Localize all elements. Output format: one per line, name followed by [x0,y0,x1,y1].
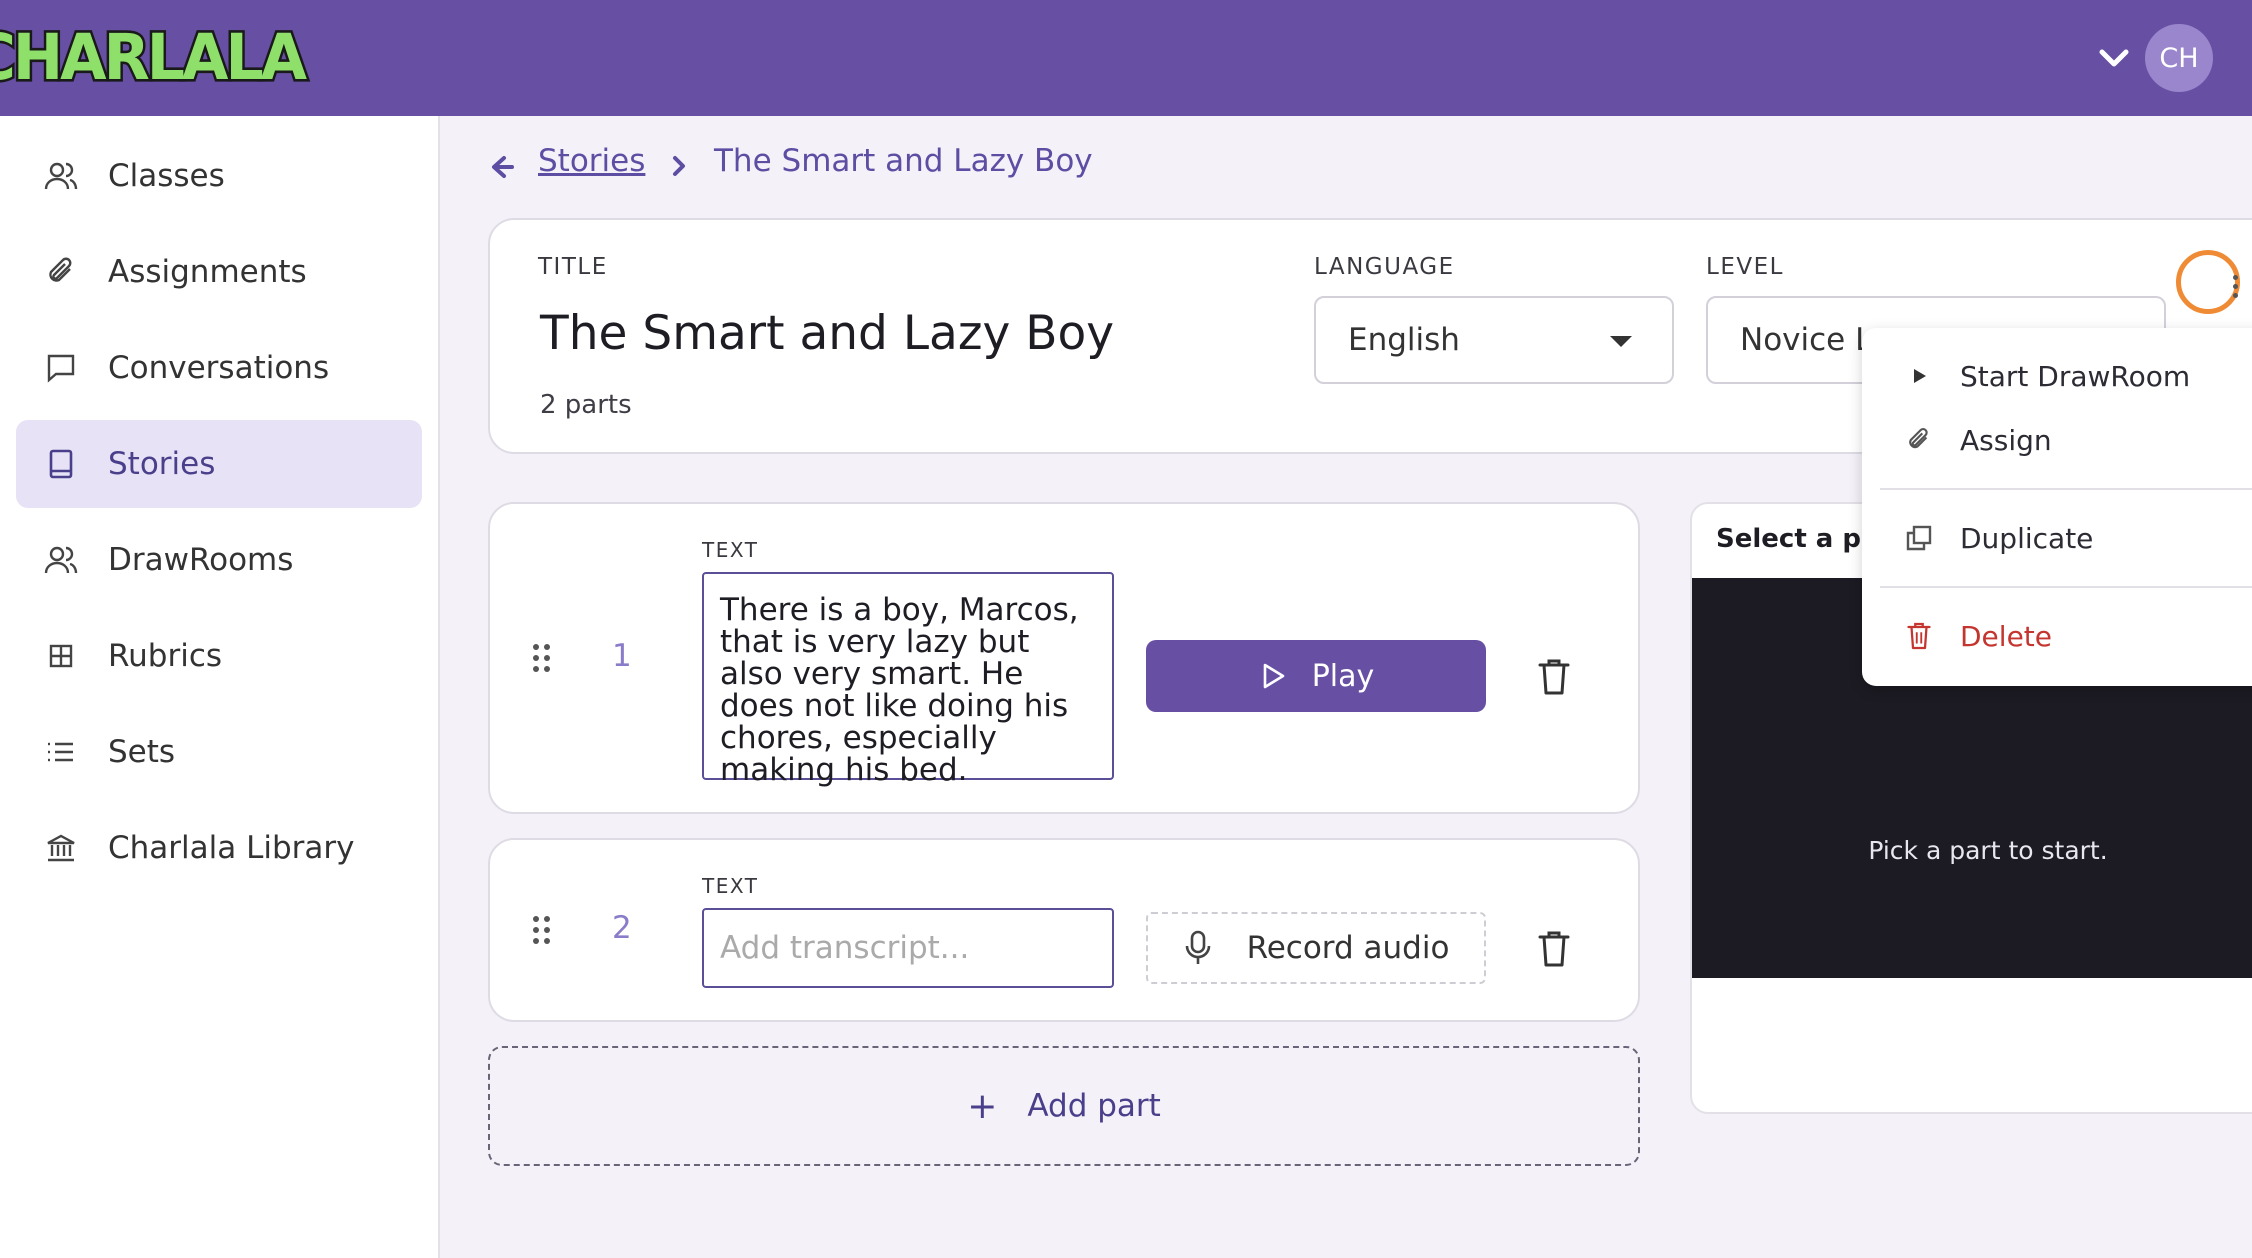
breadcrumb-current: The Smart and Lazy Boy [714,143,1093,179]
play-triangle-icon [1904,361,1934,391]
drag-handle-icon[interactable] [531,643,553,673]
record-audio-button[interactable]: Record audio [1146,912,1486,984]
delete-part-button[interactable] [1537,929,1571,969]
sidebar-item-label: Assignments [108,254,307,290]
sidebar-item-label: Conversations [108,350,330,386]
menu-item-label: Delete [1960,619,2052,653]
sidebar-item-label: DrawRooms [108,542,294,578]
menu-divider [1880,586,2252,588]
part-text-area[interactable]: There is a boy, Marcos, that is very laz… [702,572,1114,786]
level-label: LEVEL [1706,254,1784,280]
avatar[interactable]: CH [2145,24,2213,92]
delete-part-button[interactable] [1537,657,1571,697]
grid-icon [44,639,78,673]
paperclip-icon [1904,425,1934,455]
sidebar-item-conversations[interactable]: Conversations [16,324,422,412]
sidebar-item-sets[interactable]: Sets [16,708,422,796]
chat-icon [44,351,78,385]
breadcrumb-stories-link[interactable]: Stories [538,143,645,179]
chevron-down-icon[interactable] [2094,38,2134,78]
more-options-menu: Start DrawRoom Assign Duplicate Delete [1862,328,2252,686]
sidebar-item-classes[interactable]: Classes [16,132,422,220]
list-icon [44,735,78,769]
menu-item-delete[interactable]: Delete [1862,606,2252,666]
text-label: TEXT [702,538,759,562]
preview-message: Pick a part to start. [1868,836,2108,865]
sidebar-item-rubrics[interactable]: Rubrics [16,612,422,700]
sidebar-item-label: Sets [108,734,176,770]
chevron-right-icon [673,156,685,176]
transcript-input[interactable]: Add transcript... [702,908,1114,988]
kebab-icon [2233,293,2238,298]
library-icon [44,831,78,865]
trash-icon [1904,621,1934,651]
menu-item-assign[interactable]: Assign [1862,410,2252,470]
kebab-icon [2233,275,2238,280]
book-icon [44,447,78,481]
play-button-label: Play [1311,658,1375,694]
sidebar-item-label: Charlala Library [108,830,355,866]
sidebar-item-charlala-library[interactable]: Charlala Library [16,804,422,892]
sidebar: Classes Assignments Conversations Storie… [0,116,440,1258]
plus-icon: + [967,1085,998,1127]
menu-item-duplicate[interactable]: Duplicate [1862,508,2252,568]
language-value: English [1348,322,1460,358]
record-audio-label: Record audio [1246,930,1450,966]
menu-divider [1880,488,2252,490]
sidebar-item-label: Classes [108,158,225,194]
text-label: TEXT [702,874,759,898]
language-select[interactable]: English [1314,296,1674,384]
more-options-button[interactable] [2176,250,2240,314]
kebab-icon [2233,284,2238,289]
play-icon [1263,663,1285,689]
play-button[interactable]: Play [1146,640,1486,712]
paperclip-icon [44,255,78,289]
title-label: TITLE [538,254,608,280]
part-number: 2 [612,910,632,946]
users-icon [44,543,78,577]
sidebar-item-label: Rubrics [108,638,223,674]
drag-handle-icon[interactable] [531,915,553,945]
menu-item-label: Start DrawRoom [1960,359,2191,393]
top-bar: CHARLALA CH [0,0,2252,116]
microphone-icon [1185,930,1210,964]
sidebar-item-stories[interactable]: Stories [16,420,422,508]
caret-down-icon [1610,336,1632,347]
language-label: LANGUAGE [1314,254,1455,280]
charlala-logo[interactable]: CHARLALA [0,19,310,98]
level-value: Novice L [1740,322,1873,358]
menu-item-label: Duplicate [1960,521,2094,555]
menu-item-label: Assign [1960,423,2052,457]
story-title[interactable]: The Smart and Lazy Boy [540,306,1114,361]
users-icon [44,159,78,193]
sidebar-item-drawrooms[interactable]: DrawRooms [16,516,422,604]
duplicate-icon [1904,523,1934,553]
arrow-left-icon[interactable] [488,150,516,184]
add-part-button[interactable]: + Add part [488,1046,1640,1166]
sidebar-item-assignments[interactable]: Assignments [16,228,422,316]
part-number: 1 [612,638,632,674]
parts-count: 2 parts [540,390,632,420]
sidebar-item-label: Stories [108,446,216,482]
add-part-label: Add part [1027,1088,1161,1124]
menu-item-start-drawroom[interactable]: Start DrawRoom [1862,346,2252,406]
